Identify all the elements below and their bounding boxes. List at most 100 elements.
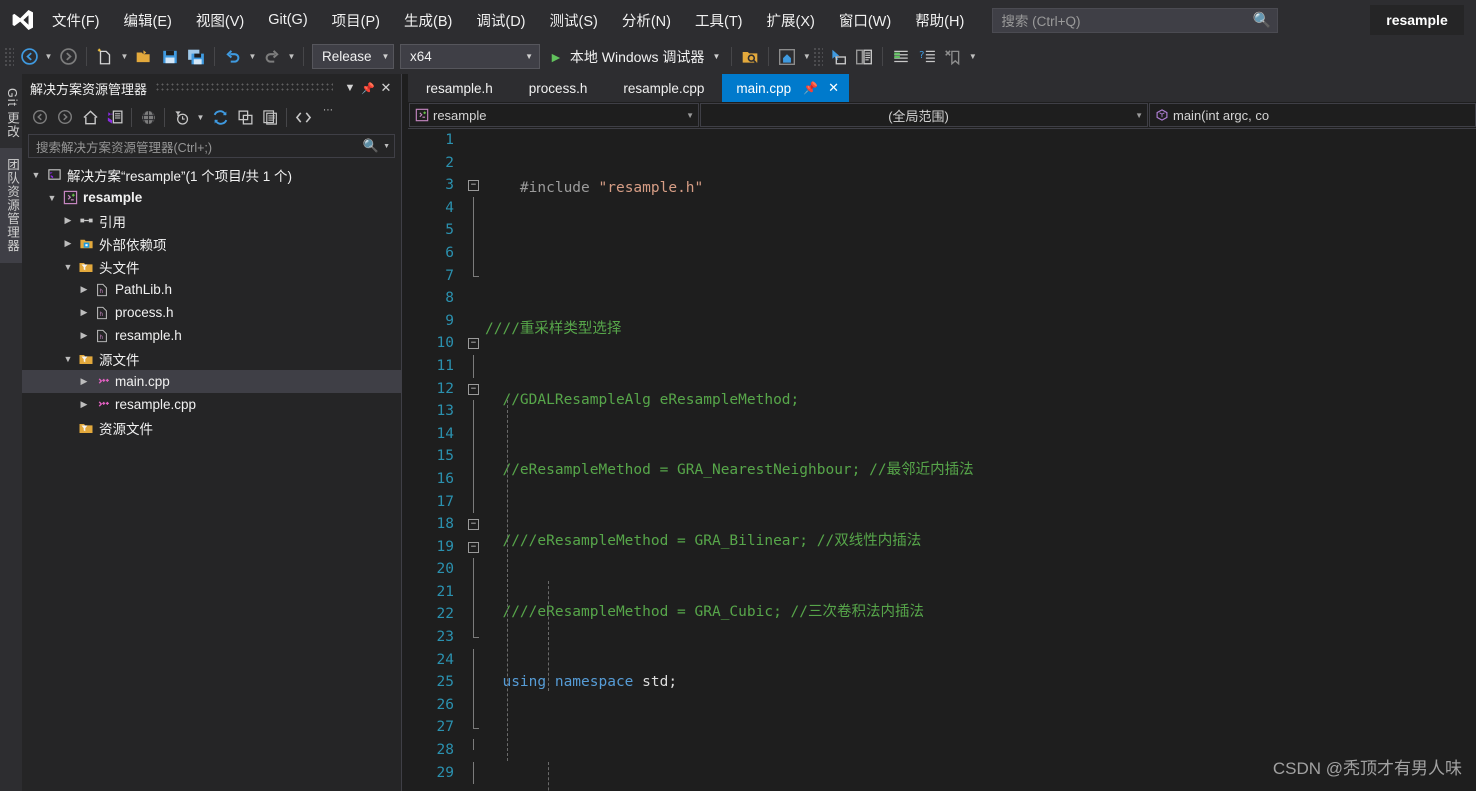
- redo-icon[interactable]: [259, 44, 285, 70]
- collapse-icon[interactable]: −: [468, 383, 479, 395]
- chevron-down-icon[interactable]: ▼: [383, 143, 390, 150]
- solution-search-input[interactable]: 搜索解决方案资源管理器(Ctrl+;): [36, 137, 363, 156]
- solution-home-icon[interactable]: [774, 44, 800, 70]
- sync-with-active-document-icon[interactable]: [103, 105, 127, 129]
- menu-git[interactable]: Git(G): [259, 8, 316, 32]
- code-editor[interactable]: 1 2 3 4 5 6 7 8 9 10 11 12 13 14 15 16 1…: [408, 129, 1476, 791]
- close-icon[interactable]: ✕: [828, 80, 839, 96]
- expander-icon[interactable]: ▶: [76, 376, 92, 387]
- expander-icon[interactable]: ▶: [60, 215, 76, 226]
- menu-tools[interactable]: 工具(T): [686, 6, 752, 35]
- tree-item-main-cpp[interactable]: ▶ main.cpp: [22, 370, 401, 393]
- collapse-icon[interactable]: −: [468, 180, 479, 192]
- tree-item-external-dependencies[interactable]: ▶ 外部依赖项: [22, 232, 401, 255]
- global-search-box[interactable]: 搜索 (Ctrl+Q) 🔍: [992, 7, 1279, 33]
- collapse-icon[interactable]: −: [468, 541, 479, 553]
- menu-debug[interactable]: 调试(D): [467, 6, 534, 35]
- compare-files-icon[interactable]: [851, 44, 877, 70]
- home-dropdown[interactable]: ▼: [800, 44, 813, 70]
- navbar-scope-selector[interactable]: (全局范围) ▼: [700, 103, 1148, 127]
- pending-changes-filter-icon[interactable]: [169, 105, 193, 129]
- toolbar-overflow-icon[interactable]: ▼: [966, 44, 979, 70]
- tree-item-references[interactable]: ▶ 引用: [22, 209, 401, 232]
- toolbar-grip[interactable]: [813, 46, 824, 67]
- forward-icon[interactable]: [53, 105, 77, 129]
- fold-region-comment[interactable]: −: [463, 174, 485, 197]
- back-icon[interactable]: [28, 105, 52, 129]
- overflow-icon[interactable]: ⋯: [316, 105, 340, 129]
- expander-icon[interactable]: ▶: [76, 330, 92, 341]
- menu-extensions[interactable]: 扩展(X): [758, 6, 824, 35]
- expander-icon[interactable]: ▼: [28, 170, 44, 180]
- chevron-down-icon[interactable]: ▼: [341, 82, 359, 94]
- refresh-icon[interactable]: [208, 105, 232, 129]
- toolbar-grip[interactable]: [4, 46, 14, 67]
- undo-dropdown[interactable]: ▼: [246, 44, 259, 70]
- navigate-forward-icon[interactable]: [55, 44, 81, 70]
- configuration-combo[interactable]: Release ▼: [312, 44, 394, 69]
- menu-view[interactable]: 视图(V): [187, 6, 253, 35]
- expander-icon[interactable]: ▶: [60, 238, 76, 249]
- save-all-icon[interactable]: [183, 44, 209, 70]
- pointer-select-icon[interactable]: [825, 44, 851, 70]
- navbar-project-selector[interactable]: resample ▼: [409, 103, 699, 127]
- save-icon[interactable]: [157, 44, 183, 70]
- pin-icon[interactable]: 📌: [359, 82, 377, 95]
- menu-window[interactable]: 窗口(W): [830, 6, 900, 35]
- tab-process-h[interactable]: process.h: [511, 74, 606, 102]
- menu-test[interactable]: 测试(S): [541, 6, 607, 35]
- show-all-files-icon[interactable]: [136, 105, 160, 129]
- tab-main-cpp[interactable]: main.cpp 📌 ✕: [722, 74, 850, 102]
- fold-region-else[interactable]: −: [463, 513, 485, 536]
- tree-item-resample-cpp[interactable]: ▶ resample.cpp: [22, 393, 401, 416]
- tab-resample-cpp[interactable]: resample.cpp: [605, 74, 722, 102]
- code-text-area[interactable]: #include "resample.h" ////重采样类型选择 //GDAL…: [485, 129, 1476, 791]
- fold-region-main[interactable]: −: [463, 332, 485, 355]
- menu-edit[interactable]: 编辑(E): [115, 6, 181, 35]
- panel-drag-handle[interactable]: [155, 83, 333, 93]
- fold-region-if[interactable]: −: [463, 536, 485, 559]
- pin-icon[interactable]: 📌: [803, 81, 818, 95]
- platform-combo[interactable]: x64 ▼: [400, 44, 540, 69]
- collapse-icon[interactable]: −: [468, 519, 479, 531]
- view-code-icon[interactable]: [291, 105, 315, 129]
- tree-item-process-h[interactable]: ▶ h process.h: [22, 301, 401, 324]
- open-folder-icon[interactable]: [131, 44, 157, 70]
- navbar-symbol-selector[interactable]: main(int argc, co: [1149, 103, 1476, 127]
- expander-icon[interactable]: ▶: [76, 284, 92, 295]
- properties-icon[interactable]: [258, 105, 282, 129]
- tree-item-project-resample[interactable]: ▼ resample: [22, 186, 401, 209]
- tree-item-resample-h[interactable]: ▶ h resample.h: [22, 324, 401, 347]
- undo-icon[interactable]: [220, 44, 246, 70]
- find-in-files-icon[interactable]: [737, 44, 763, 70]
- solution-search-box[interactable]: 搜索解决方案资源管理器(Ctrl+;) 🔍 ▼: [28, 134, 395, 158]
- expander-icon[interactable]: ▼: [44, 193, 60, 203]
- filter-dropdown[interactable]: ▼: [194, 104, 207, 130]
- tree-item-solution[interactable]: ▼ 解决方案“resample”(1 个项目/共 1 个): [22, 163, 401, 186]
- quick-actions-icon[interactable]: ?: [914, 44, 940, 70]
- redo-dropdown[interactable]: ▼: [285, 44, 298, 70]
- new-item-icon[interactable]: [92, 44, 118, 70]
- menu-analyze[interactable]: 分析(N): [613, 6, 680, 35]
- collapse-all-icon[interactable]: [233, 105, 257, 129]
- tree-item-source-files-filter[interactable]: ▼ 源文件: [22, 347, 401, 370]
- menu-file[interactable]: 文件(F): [43, 6, 109, 35]
- tree-item-pathlib-h[interactable]: ▶ h PathLib.h: [22, 278, 401, 301]
- navigate-back-dropdown[interactable]: ▼: [42, 44, 55, 70]
- outlining-margin[interactable]: − − − − −: [463, 129, 485, 791]
- clear-bookmarks-icon[interactable]: [940, 44, 966, 70]
- home-icon[interactable]: [78, 105, 102, 129]
- start-debug-button[interactable]: ► 本地 Windows 调试器 ▼: [543, 44, 726, 70]
- global-search-input[interactable]: 搜索 (Ctrl+Q): [1001, 10, 1252, 30]
- expander-icon[interactable]: ▼: [60, 354, 76, 364]
- navigate-back-icon[interactable]: [16, 44, 42, 70]
- indent-lines-icon[interactable]: [888, 44, 914, 70]
- tree-item-resource-files-filter[interactable]: 资源文件: [22, 416, 401, 439]
- menu-help[interactable]: 帮助(H): [906, 6, 973, 35]
- expander-icon[interactable]: ▼: [60, 262, 76, 272]
- close-icon[interactable]: ✕: [377, 80, 395, 96]
- menu-build[interactable]: 生成(B): [395, 6, 461, 35]
- new-item-dropdown[interactable]: ▼: [118, 44, 131, 70]
- expander-icon[interactable]: ▶: [76, 399, 92, 410]
- tab-resample-h[interactable]: resample.h: [408, 74, 511, 102]
